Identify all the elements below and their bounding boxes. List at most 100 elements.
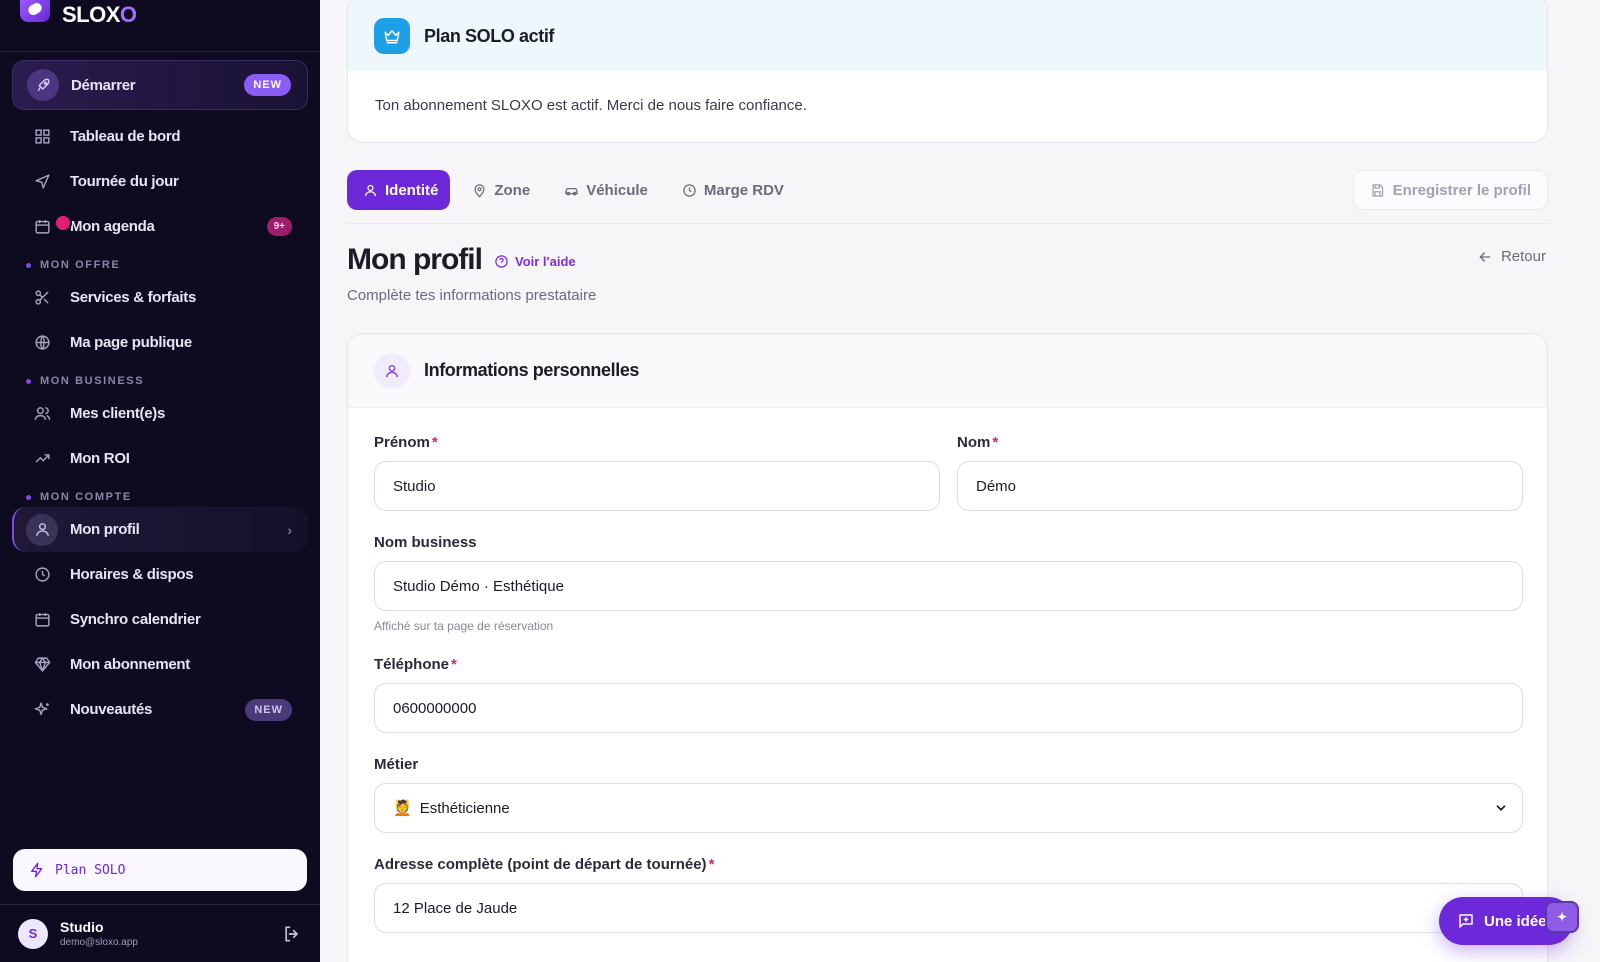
user-name: Studio [60,919,104,935]
back-label: Retour [1500,248,1546,265]
business-hint: Affiché sur ta page de réservation [374,619,554,633]
logout-icon[interactable] [282,924,302,944]
arrow-left-icon [1479,251,1491,262]
sidebar-item-clients[interactable]: Mes client(e)s [12,391,308,436]
business-input[interactable]: Studio Démo · Esthétique [374,561,1523,611]
plan-card-text: Ton abonnement SLOXO est actif. Merci de… [375,97,807,114]
personal-info-card: Informations personnelles Prénom * Studio… [347,333,1548,962]
plan-status-card: Plan SOLO actif Ton abonnement SLOXO est… [347,0,1548,143]
diamond-icon [32,655,52,675]
back-link[interactable]: Retour [1477,248,1546,265]
metier-value: 💆 Esthéticienne [393,800,510,817]
sidebar-item-horaires[interactable]: Horaires & dispos [12,552,308,597]
sidebar-item-abonnement[interactable]: Mon abonnement [12,642,308,687]
clock-icon [32,565,52,585]
page-title: Mon profil [347,243,483,276]
sidebar-item-label: Tableau de bord [70,128,181,145]
plan-button[interactable]: Plan SOLO [13,849,307,891]
adresse-input[interactable]: 12 Place de Jaude [374,883,1523,933]
calendar-icon [32,217,52,237]
tab-label: Véhicule [586,181,648,199]
business-label: Nom business [374,534,477,551]
section-mon-business: MON BUSINESS [12,365,308,391]
tab-marge-rdv[interactable]: Marge RDV [666,170,796,210]
sidebar-item-synchro[interactable]: Synchro calendrier [12,597,308,642]
plan-card-title: Plan SOLO actif [424,25,555,46]
tab-label: Marge RDV [703,181,784,199]
tab-identite[interactable]: Identité [347,170,451,210]
sidebar-item-tournee[interactable]: Tournée du jour [12,159,308,204]
save-icon [1372,183,1383,197]
adresse-label: Adresse complète (point de départ de tou… [374,856,715,873]
message-plus-icon [1459,914,1473,928]
telephone-field: Téléphone * 0600000000 [374,656,1523,733]
zap-icon [31,862,43,878]
idea-button[interactable]: Une idée ? ✦ [1439,897,1579,945]
save-profile-button[interactable]: Enregistrer le profil [1352,170,1548,210]
brand[interactable]: SLOXO [0,0,320,52]
sidebar-item-label: Nouveautés [70,701,153,718]
sidebar-item-label: Horaires & dispos [70,566,194,583]
sidebar-item-label: Démarrer [71,76,136,94]
metier-field: Métier 💆 Esthéticienne [374,756,1523,833]
notification-dot [54,214,72,232]
spa-emoji-icon: 💆 [393,800,412,817]
rocket-icon [27,69,59,101]
metier-select[interactable]: 💆 Esthéticienne [374,783,1523,833]
sidebar-item-label: Services & forfaits [70,289,197,306]
tab-zone[interactable]: Zone [456,170,542,210]
tab-vehicule[interactable]: Véhicule [548,170,660,210]
user-icon [374,352,410,389]
sidebar-item-page-publique[interactable]: Ma page publique [12,320,308,365]
sidebar-item-label: Mes client(e)s [70,405,165,422]
user-icon [26,513,58,546]
help-label: Voir l'aide [515,254,576,269]
trending-up-icon [32,449,52,469]
nom-label: Nom * [957,434,999,451]
business-field: Nom business Studio Démo · Esthétique Af… [374,534,1523,633]
sidebar-item-services[interactable]: Services & forfaits [12,275,308,320]
help-link[interactable]: Voir l'aide [494,254,576,269]
dashboard-icon [32,127,52,147]
users-icon [32,404,52,424]
plan-card-header: Plan SOLO actif [348,0,1547,71]
save-label: Enregistrer le profil [1392,181,1531,199]
tab-label: Zone [494,181,531,199]
sidebar-item-demarrer[interactable]: Démarrer NEW [12,60,308,110]
sidebar-item-label: Mon abonnement [70,656,190,673]
nom-input[interactable]: Démo [957,461,1523,511]
scissors-icon [32,288,52,308]
sidebar-item-mon-profil[interactable]: Mon profil › [12,507,308,552]
count-badge: 9+ [266,217,292,236]
user-icon [364,184,377,196]
clock-icon [683,183,696,197]
telephone-input[interactable]: 0600000000 [374,683,1523,733]
telephone-label: Téléphone * [374,656,457,673]
prenom-input[interactable]: Studio [374,461,940,511]
sidebar-item-agenda[interactable]: Mon agenda 9+ [12,204,308,249]
user-email: demo@sloxo.app [60,937,138,948]
main-content: Plan SOLO actif Ton abonnement SLOXO est… [320,0,1600,962]
section-mon-compte: MON COMPTE [12,481,308,507]
chevron-right-icon: › [287,521,292,538]
form-card-header: Informations personnelles [348,334,1547,408]
new-badge: NEW [244,74,291,96]
nom-field: Nom * Démo [957,434,1523,511]
metier-label: Métier [374,756,419,773]
navigation-icon [32,172,52,192]
new-badge: NEW [245,698,292,721]
crown-icon [374,18,410,54]
brand-name: SLOXO [62,2,137,27]
plan-label: Plan SOLO [55,862,126,878]
form-card-title: Informations personnelles [424,360,640,380]
sidebar-item-tableau-de-bord[interactable]: Tableau de bord [12,114,308,159]
sidebar-item-nouveautes[interactable]: Nouveautés NEW [12,687,308,732]
sidebar: SLOXO Démarrer NEW Tableau de bord Tourn… [0,0,320,962]
widget-icon: ✦ [1545,901,1579,933]
globe-icon [32,333,52,353]
sparkles-icon [32,700,52,720]
avatar[interactable]: S [18,918,48,949]
sidebar-item-label: Mon agenda [70,218,155,235]
sidebar-item-roi[interactable]: Mon ROI [12,436,308,481]
sidebar-item-label: Tournée du jour [70,173,179,190]
